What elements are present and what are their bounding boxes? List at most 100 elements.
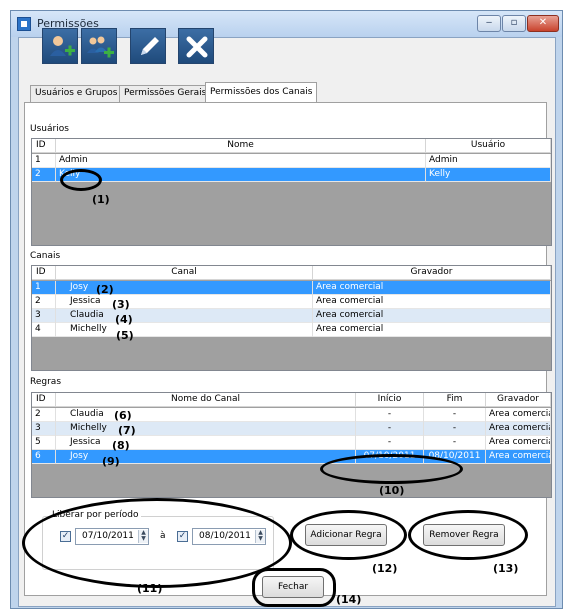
add-user-button[interactable] (42, 28, 78, 64)
cell-inicio: - (356, 408, 424, 422)
cell-nome: Michelly (56, 422, 356, 436)
minimize-button[interactable]: ‒ (477, 15, 501, 32)
annotation-ring (320, 454, 463, 484)
grid-header: ID Nome do Canal Início Fim Gravador (32, 393, 551, 407)
cell-fim: - (424, 408, 486, 422)
cell-gravador: Area comercial (486, 408, 551, 422)
cell-nome: Claudia (56, 408, 356, 422)
cell-id: 4 (32, 323, 56, 337)
col-nome-canal[interactable]: Nome do Canal (56, 393, 356, 407)
table-row[interactable]: 3 Claudia Area comercial (32, 309, 551, 323)
cell-id: 6 (32, 450, 56, 464)
annotation-label: (4) (115, 313, 133, 326)
top-strip (0, 0, 563, 10)
tab-label: Permissões dos Canais (210, 87, 313, 97)
table-row[interactable]: 2 Jessica Area comercial (32, 295, 551, 309)
cell-gravador: Area comercial (313, 323, 551, 337)
col-id[interactable]: ID (32, 139, 56, 153)
cell-id: 1 (32, 281, 56, 295)
grid-header: ID Nome Usuário (32, 139, 551, 153)
regras-grid[interactable]: ID Nome do Canal Início Fim Gravador 2 C… (31, 392, 552, 498)
delete-button[interactable] (178, 28, 214, 64)
cell-gravador: Area comercial (486, 422, 551, 436)
table-row[interactable]: 4 Michelly Area comercial (32, 323, 551, 337)
cell-nome: Jessica (56, 436, 356, 450)
edit-button[interactable] (130, 28, 166, 64)
annotation-label: (1) (92, 193, 110, 206)
table-row[interactable]: 3 Michelly - - Area comercial (32, 422, 551, 436)
add-group-icon (87, 36, 114, 58)
cell-nome: Kelly (56, 168, 426, 182)
annotation-label: (13) (493, 562, 519, 575)
cell-gravador: Area comercial (486, 436, 551, 450)
cell-canal: Jessica (56, 295, 313, 309)
col-gravador[interactable]: Gravador (313, 266, 551, 280)
col-inicio[interactable]: Início (356, 393, 424, 407)
close-button[interactable]: ✕ (527, 15, 559, 32)
annotation-ring (60, 169, 102, 191)
annotation-label: (12) (372, 562, 398, 575)
cell-canal: Josy (56, 281, 313, 295)
usuarios-grid[interactable]: ID Nome Usuário 1 Admin Admin 2 Kelly Ke… (31, 138, 552, 246)
cell-id: 3 (32, 309, 56, 323)
canais-grid[interactable]: ID Canal Gravador 1 Josy Area comercial … (31, 265, 552, 371)
annotation-label: (14) (336, 593, 362, 606)
grid-header: ID Canal Gravador (32, 266, 551, 280)
tab-usuarios-grupos[interactable]: Usuários e Grupos (30, 85, 123, 102)
col-canal[interactable]: Canal (56, 266, 313, 280)
tab-permissoes-gerais[interactable]: Permissões Gerais (119, 85, 212, 102)
annotation-label: (7) (118, 424, 136, 437)
annotation-ring (408, 510, 528, 560)
cell-usuario: Admin (426, 154, 551, 168)
maximize-button[interactable]: ▫ (502, 15, 526, 32)
annotation-label: (6) (114, 409, 132, 422)
add-user-icon (50, 36, 75, 56)
table-row[interactable]: 1 Admin Admin (32, 154, 551, 168)
tab-label: Usuários e Grupos (35, 88, 118, 98)
add-group-button[interactable] (81, 28, 117, 64)
cell-nome: Josy (56, 450, 356, 464)
table-row[interactable]: 2 Claudia - - Area comercial (32, 408, 551, 422)
cell-id: 2 (32, 168, 56, 182)
delete-x-icon (186, 36, 208, 58)
tab-permissoes-canais[interactable]: Permissões dos Canais (205, 82, 318, 103)
annotation-label: (11) (137, 582, 163, 595)
regras-label: Regras (30, 377, 62, 387)
col-gravador[interactable]: Gravador (486, 393, 551, 407)
tab-label: Permissões Gerais (124, 88, 207, 98)
cell-id: 3 (32, 422, 56, 436)
col-nome[interactable]: Nome (56, 139, 426, 153)
annotation-ring (22, 498, 292, 588)
annotation-label: (2) (96, 283, 114, 296)
annotation-label: (3) (112, 298, 130, 311)
cell-gravador: Area comercial (313, 295, 551, 309)
annotation-label: (10) (379, 484, 405, 497)
cell-nome: Admin (56, 154, 426, 168)
cell-gravador: Area comercial (313, 281, 551, 295)
table-row[interactable]: 5 Jessica - - Area comercial (32, 436, 551, 450)
cell-id: 2 (32, 295, 56, 309)
col-usuario[interactable]: Usuário (426, 139, 551, 153)
cell-inicio: - (356, 436, 424, 450)
annotation-label: (5) (116, 329, 134, 342)
edit-pencil-icon (141, 37, 159, 55)
cell-usuario: Kelly (426, 168, 551, 182)
app-icon (17, 17, 31, 31)
cell-id: 5 (32, 436, 56, 450)
col-id[interactable]: ID (32, 266, 56, 280)
cell-fim: - (424, 436, 486, 450)
annotation-ring (252, 568, 336, 607)
cell-gravador: Area comercial (313, 309, 551, 323)
col-fim[interactable]: Fim (424, 393, 486, 407)
cell-fim: - (424, 422, 486, 436)
cell-id: 1 (32, 154, 56, 168)
cell-inicio: - (356, 422, 424, 436)
table-row-selected[interactable]: 2 Kelly Kelly (32, 168, 551, 182)
annotation-label: (8) (112, 439, 130, 452)
annotation-ring (290, 510, 407, 560)
col-id[interactable]: ID (32, 393, 56, 407)
cell-canal: Michelly (56, 323, 313, 337)
cell-id: 2 (32, 408, 56, 422)
usuarios-label: Usuários (30, 124, 69, 134)
canais-label: Canais (30, 251, 61, 261)
